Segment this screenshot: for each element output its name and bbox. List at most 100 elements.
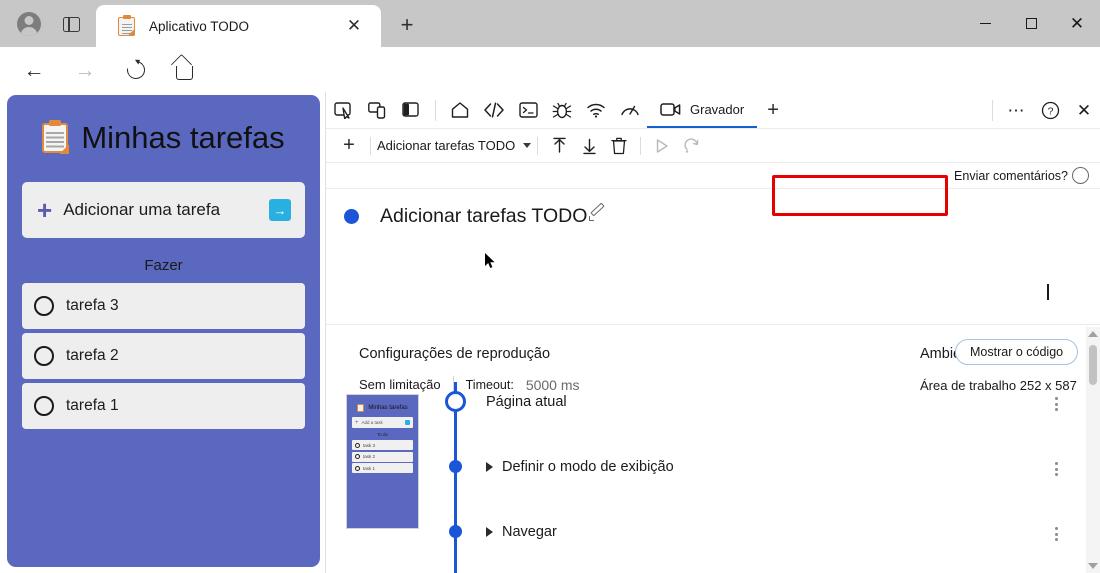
plus-icon: + (37, 195, 53, 225)
todo-app: Minhas tarefas + Adicionar uma tarefa → … (7, 95, 320, 567)
help-button[interactable]: ? (1033, 93, 1067, 129)
import-recording-button[interactable] (544, 131, 574, 161)
replay-recording-button[interactable] (647, 131, 677, 161)
elements-icon[interactable] (477, 92, 511, 128)
todo-header: Minhas tarefas (7, 95, 320, 156)
forward-button[interactable]: → (69, 54, 101, 86)
recording-selector[interactable]: Adicionar tarefas TODO (377, 138, 532, 153)
page-title: Minhas tarefas (81, 120, 285, 155)
new-recording-button[interactable]: + (334, 131, 364, 161)
console-icon[interactable] (511, 92, 545, 128)
navigation-bar: ← → https://microsoftedge.github.io/Demo… (0, 47, 1100, 133)
kebab-menu-icon[interactable] (1046, 524, 1066, 544)
list-item[interactable]: tarefa 3 (22, 283, 305, 329)
thumbnail-add-label: Add a task (361, 420, 383, 425)
add-task-submit-button[interactable]: → (269, 199, 291, 221)
home-button[interactable] (168, 54, 200, 86)
step-current-page[interactable]: Página atual (486, 394, 567, 410)
more-tools-button[interactable]: ⋯ (999, 93, 1033, 129)
list-item[interactable]: tarefa 2 (22, 333, 305, 379)
avatar (17, 12, 41, 36)
trash-icon (611, 137, 627, 154)
tab-close-button[interactable]: ✕ (341, 13, 367, 39)
thumbnail-title: Minhas tarefas (368, 405, 408, 411)
step-label: Definir o modo de exibição (502, 459, 674, 475)
minimize-button[interactable] (962, 0, 1008, 47)
timeline-start-marker (445, 391, 466, 412)
scrollbar-thumb[interactable] (1089, 345, 1097, 385)
recording-settings: Configurações de reprodução Sem limitaçã… (326, 242, 1100, 393)
clipboard-icon (42, 120, 70, 154)
inspect-element-icon[interactable] (326, 92, 360, 128)
home-icon[interactable] (443, 92, 477, 128)
new-tab-button[interactable]: + (392, 11, 422, 39)
recording-name: Adicionar tarefas TODO (380, 204, 588, 227)
debugger-icon[interactable] (545, 92, 579, 128)
task-list: tarefa 3 tarefa 2 tarefa 1 (22, 283, 305, 429)
clipboard-icon (357, 404, 365, 412)
scroll-up-arrow[interactable] (1086, 327, 1100, 341)
list-item: task 1 (352, 463, 413, 473)
text-cursor (1047, 284, 1049, 300)
page-viewport: Minhas tarefas + Adicionar uma tarefa → … (0, 92, 325, 573)
tab-actions-button[interactable] (56, 9, 86, 39)
step-screenshot-thumbnail: Minhas tarefas + Add a task To do task 3 … (346, 394, 419, 529)
browser-tab[interactable]: Aplicativo TODO ✕ (96, 5, 381, 47)
window-controls: ✕ (962, 0, 1100, 47)
recording-status-dot (344, 208, 359, 224)
task-checkbox-icon[interactable] (34, 396, 54, 416)
step-set-viewport[interactable]: Definir o modo de exibição (486, 459, 674, 475)
profile-button[interactable] (12, 8, 46, 40)
thumbnail-add-task: + Add a task (352, 417, 413, 428)
devtools-panel: Gravador + ⋯ ? ✕ + Adicionar tarefas TOD… (325, 92, 1100, 573)
rerun-recording-button[interactable] (677, 131, 707, 161)
back-button[interactable]: ← (18, 54, 50, 86)
list-item[interactable]: tarefa 1 (22, 383, 305, 429)
maximize-button[interactable] (1008, 0, 1054, 47)
step-label: Navegar (502, 524, 557, 540)
recording-selector-label: Adicionar tarefas TODO (377, 138, 516, 153)
browser-window: Aplicativo TODO ✕ + ✕ ← → https:/ (0, 0, 1100, 573)
home-icon (175, 65, 193, 80)
feedback-row[interactable]: Enviar comentários? (326, 163, 1100, 189)
kebab-menu-icon[interactable] (1046, 394, 1066, 414)
export-icon (583, 138, 596, 154)
network-icon[interactable] (579, 92, 613, 128)
task-checkbox-icon[interactable] (34, 296, 54, 316)
title-bar: Aplicativo TODO ✕ + ✕ (0, 0, 1100, 47)
feedback-smiley-icon (1072, 167, 1089, 184)
task-list-heading: Fazer (144, 257, 183, 274)
divider (435, 99, 436, 121)
reload-icon (123, 57, 149, 83)
chevron-right-icon[interactable] (486, 462, 493, 472)
export-recording-button[interactable] (574, 131, 604, 161)
show-code-button[interactable]: Mostrar o código (955, 339, 1079, 365)
recorder-camera-icon (660, 102, 681, 116)
import-icon (553, 137, 566, 153)
step-navigate[interactable]: Navegar (486, 524, 557, 540)
performance-icon[interactable] (613, 92, 647, 128)
window-close-button[interactable]: ✕ (1054, 0, 1100, 47)
device-emulation-icon[interactable] (360, 92, 394, 128)
delete-recording-button[interactable] (604, 131, 634, 161)
devtools-tabstrip-actions: ⋯ ? ✕ (992, 92, 1100, 129)
close-devtools-button[interactable]: ✕ (1067, 93, 1100, 129)
playback-settings-title: Configurações de reprodução (359, 346, 551, 362)
kebab-menu-icon[interactable] (1046, 459, 1066, 479)
svg-text:?: ? (1047, 106, 1053, 118)
reload-button[interactable] (120, 54, 152, 86)
devtools-tab-strip: Gravador + ⋯ ? ✕ (326, 92, 1100, 129)
play-icon (657, 138, 668, 153)
add-panel-button[interactable]: + (767, 99, 779, 122)
chevron-right-icon[interactable] (486, 527, 493, 537)
add-task-input[interactable]: + Adicionar uma tarefa → (22, 182, 305, 238)
tab-gravador[interactable]: Gravador (647, 92, 758, 128)
recorder-toolbar: + Adicionar tarefas TODO (326, 129, 1100, 163)
dock-side-icon[interactable] (394, 92, 428, 128)
devtools-scrollbar[interactable] (1086, 327, 1100, 573)
clipboard-icon (118, 16, 135, 36)
pencil-icon[interactable] (588, 202, 607, 223)
scroll-down-arrow[interactable] (1086, 559, 1100, 573)
task-checkbox-icon[interactable] (34, 346, 54, 366)
divider (326, 324, 1100, 325)
